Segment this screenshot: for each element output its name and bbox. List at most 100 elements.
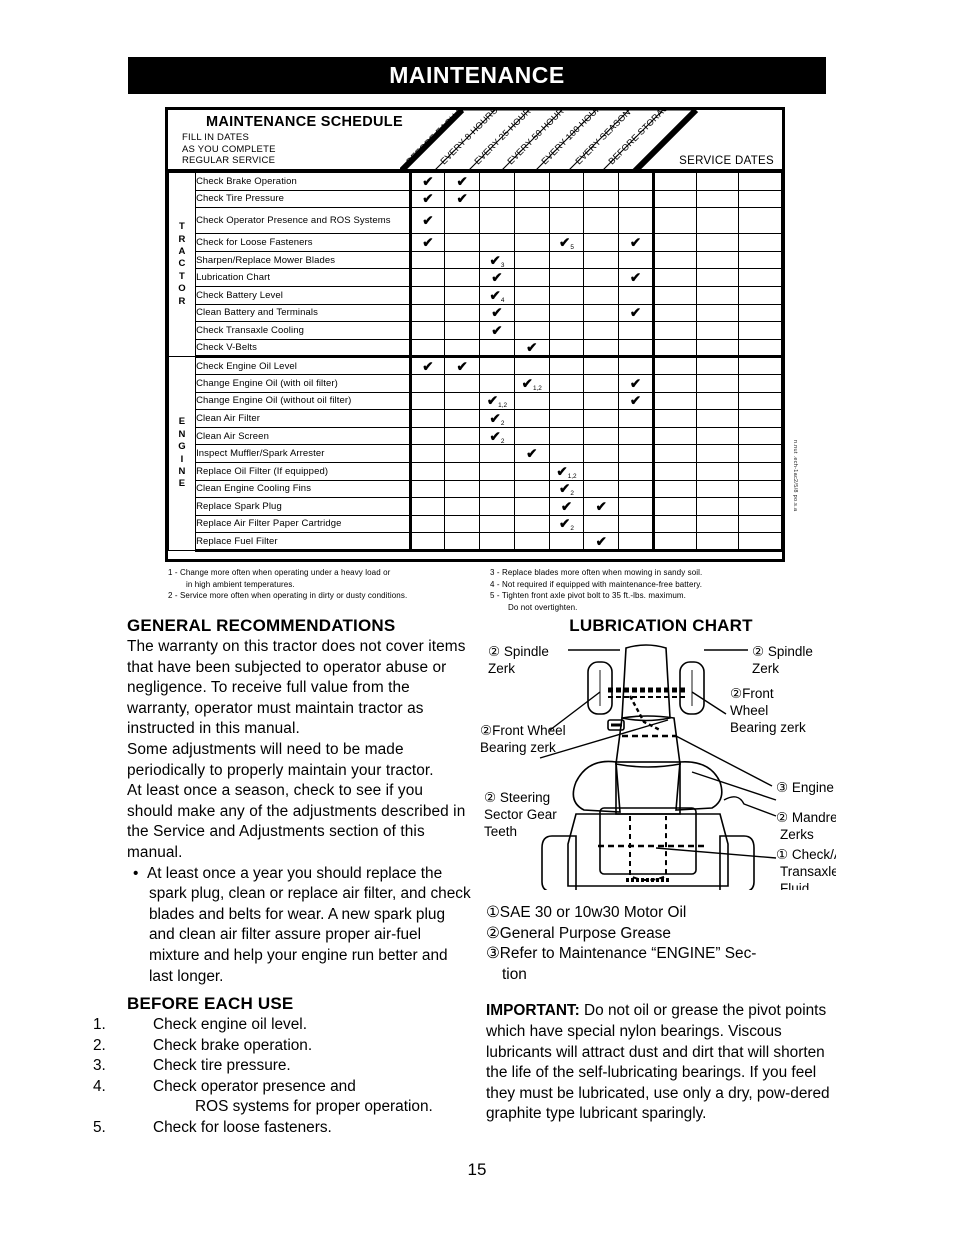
interval-cell[interactable] (583, 409, 620, 428)
interval-cell[interactable] (513, 233, 550, 252)
service-date-cell[interactable] (651, 189, 697, 209)
interval-cell[interactable] (408, 479, 446, 499)
interval-cell[interactable] (548, 444, 585, 463)
interval-cell[interactable] (513, 391, 550, 411)
interval-cell[interactable] (444, 391, 481, 411)
service-date-cell[interactable] (651, 514, 697, 534)
interval-cell[interactable] (479, 514, 515, 534)
service-date-cell[interactable] (651, 391, 697, 411)
interval-cell[interactable] (548, 172, 585, 191)
service-date-cell[interactable] (695, 479, 740, 499)
service-date-cell[interactable] (695, 303, 740, 323)
interval-cell[interactable] (444, 338, 481, 359)
interval-cell[interactable]: ✔ (408, 356, 446, 375)
interval-cell[interactable] (479, 233, 515, 252)
service-date-cell[interactable] (738, 356, 782, 375)
interval-cell[interactable] (583, 189, 620, 209)
service-date-cell[interactable] (695, 321, 740, 340)
interval-cell[interactable] (583, 250, 620, 270)
interval-cell[interactable] (513, 303, 550, 323)
interval-cell[interactable] (444, 409, 481, 428)
interval-cell[interactable] (583, 338, 620, 359)
interval-cell[interactable] (583, 356, 620, 375)
interval-cell[interactable]: ✔ (618, 391, 654, 411)
service-date-cell[interactable] (695, 268, 740, 287)
interval-cell[interactable] (444, 233, 481, 252)
interval-cell[interactable] (548, 207, 585, 235)
interval-cell[interactable]: ✔ (513, 444, 550, 463)
service-date-cell[interactable] (695, 172, 740, 191)
interval-cell[interactable] (618, 207, 654, 235)
interval-cell[interactable] (513, 356, 550, 375)
interval-cell[interactable]: ✔ (513, 338, 550, 359)
service-date-cell[interactable] (651, 321, 697, 340)
interval-cell[interactable] (618, 338, 654, 359)
interval-cell[interactable] (583, 321, 620, 340)
interval-cell[interactable] (548, 268, 585, 287)
interval-cell[interactable] (444, 321, 481, 340)
interval-cell[interactable]: ✔3 (479, 250, 515, 270)
interval-cell[interactable] (513, 479, 550, 499)
service-date-cell[interactable] (738, 189, 782, 209)
interval-cell[interactable] (583, 285, 620, 305)
service-date-cell[interactable] (695, 391, 740, 411)
interval-cell[interactable] (548, 532, 585, 552)
interval-cell[interactable] (408, 250, 446, 270)
interval-cell[interactable] (513, 285, 550, 305)
service-date-cell[interactable] (695, 207, 740, 235)
interval-cell[interactable] (548, 373, 585, 393)
service-date-cell[interactable] (738, 444, 782, 463)
service-date-cell[interactable] (738, 321, 782, 340)
interval-cell[interactable] (408, 391, 446, 411)
interval-cell[interactable] (618, 497, 654, 516)
interval-cell[interactable] (513, 321, 550, 340)
interval-cell[interactable] (618, 479, 654, 499)
service-date-cell[interactable] (695, 285, 740, 305)
interval-cell[interactable] (618, 285, 654, 305)
interval-cell[interactable] (479, 497, 515, 516)
service-date-cell[interactable] (738, 461, 782, 481)
interval-cell[interactable] (408, 497, 446, 516)
interval-cell[interactable] (548, 356, 585, 375)
interval-cell[interactable] (479, 189, 515, 209)
service-date-cell[interactable] (738, 426, 782, 446)
service-date-cell[interactable] (738, 233, 782, 252)
service-date-cell[interactable] (738, 338, 782, 359)
interval-cell[interactable] (618, 514, 654, 534)
interval-cell[interactable] (583, 373, 620, 393)
service-date-cell[interactable] (695, 233, 740, 252)
interval-cell[interactable] (513, 461, 550, 481)
interval-cell[interactable] (618, 461, 654, 481)
service-date-cell[interactable] (651, 250, 697, 270)
interval-cell[interactable]: ✔ (444, 172, 481, 191)
interval-cell[interactable] (444, 479, 481, 499)
interval-cell[interactable]: ✔ (618, 303, 654, 323)
service-date-cell[interactable] (651, 479, 697, 499)
interval-cell[interactable]: ✔1,2 (513, 373, 550, 393)
interval-cell[interactable]: ✔ (618, 268, 654, 287)
service-date-cell[interactable] (738, 172, 782, 191)
service-date-cell[interactable] (738, 207, 782, 235)
service-date-cell[interactable] (695, 461, 740, 481)
service-date-cell[interactable] (695, 514, 740, 534)
interval-cell[interactable]: ✔ (408, 189, 446, 209)
interval-cell[interactable]: ✔ (408, 172, 446, 191)
interval-cell[interactable] (583, 514, 620, 534)
interval-cell[interactable] (513, 268, 550, 287)
interval-cell[interactable] (408, 461, 446, 481)
interval-cell[interactable]: ✔ (479, 268, 515, 287)
service-date-cell[interactable] (695, 497, 740, 516)
interval-cell[interactable] (444, 461, 481, 481)
interval-cell[interactable]: ✔ (583, 532, 620, 552)
interval-cell[interactable] (408, 303, 446, 323)
interval-cell[interactable] (618, 409, 654, 428)
interval-cell[interactable] (548, 426, 585, 446)
service-date-cell[interactable] (738, 532, 782, 552)
interval-cell[interactable]: ✔2 (479, 426, 515, 446)
interval-cell[interactable] (618, 356, 654, 375)
interval-cell[interactable] (548, 250, 585, 270)
interval-cell[interactable] (479, 172, 515, 191)
interval-cell[interactable] (444, 514, 481, 534)
service-date-cell[interactable] (738, 391, 782, 411)
interval-cell[interactable]: ✔4 (479, 285, 515, 305)
